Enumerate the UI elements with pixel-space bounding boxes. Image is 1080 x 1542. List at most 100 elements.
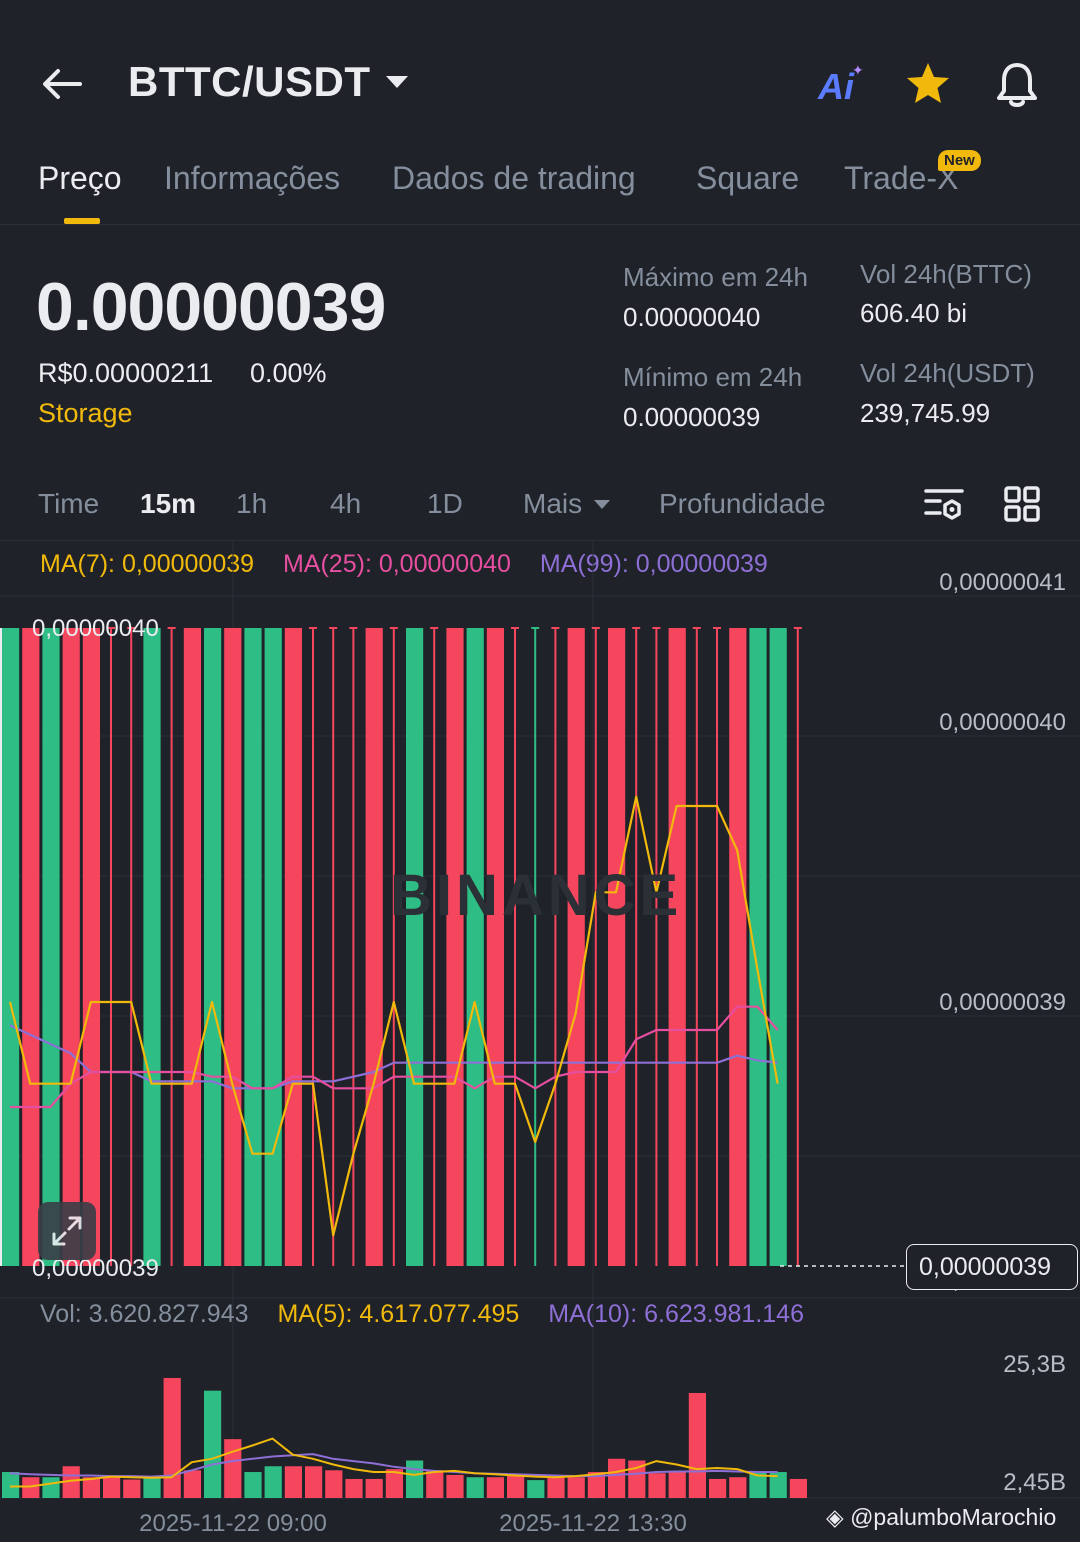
- volume-bar: [204, 1390, 222, 1498]
- expand-icon: [52, 1216, 82, 1246]
- star-icon[interactable]: [904, 60, 952, 108]
- interval-4h[interactable]: 4h: [330, 488, 361, 520]
- candle: [567, 628, 585, 1266]
- interval-bar: Time 15m 1h 4h 1D Mais Profundidade: [0, 470, 1080, 541]
- interval-more[interactable]: Mais: [523, 488, 582, 520]
- author-handle: @palumboMarochio: [850, 1504, 1057, 1530]
- expand-button[interactable]: [38, 1202, 96, 1260]
- candle: [406, 628, 424, 1266]
- interval-1h[interactable]: 1h: [236, 488, 267, 520]
- vol-legend: Vol: 3.620.827.943: [40, 1300, 249, 1328]
- interval-depth[interactable]: Profundidade: [659, 488, 826, 520]
- fiat-price: R$0.00000211: [38, 358, 214, 388]
- volume-bar: [729, 1477, 747, 1498]
- volume-bar: [22, 1477, 40, 1498]
- volume-bar: [325, 1470, 343, 1498]
- active-tab-indicator: [64, 218, 100, 224]
- volume-bar: [365, 1478, 383, 1498]
- volume-bar: [688, 1392, 706, 1498]
- grid-layout-icon[interactable]: [1004, 486, 1040, 522]
- candle: [204, 628, 222, 1266]
- volume-bar: [143, 1477, 161, 1498]
- volume-bar: [42, 1477, 60, 1498]
- candle: [224, 628, 242, 1266]
- volume-bar: [567, 1477, 585, 1498]
- candle: [264, 628, 282, 1266]
- volume-bar: [264, 1466, 282, 1498]
- interval-1d[interactable]: 1D: [427, 488, 463, 520]
- x-axis-label: 2025-11-22 09:00: [139, 1510, 327, 1537]
- candle: [769, 628, 787, 1266]
- range-high-label: 0,00000040: [32, 615, 159, 642]
- candle: [244, 628, 262, 1266]
- volume-bar: [486, 1477, 504, 1498]
- candle: [2, 628, 20, 1266]
- vol-ma10-legend: MA(10): 6.623.981.146: [548, 1300, 804, 1328]
- candle: [446, 628, 464, 1266]
- vol-quote-value: 239,745.99: [860, 398, 991, 428]
- candle: [608, 628, 626, 1266]
- volume-bar: [608, 1458, 626, 1498]
- candle: [729, 628, 747, 1266]
- candlestick-chart[interactable]: 0,00000040 0,00000039 0,00000041 0,00000040…: [0, 540, 1080, 1540]
- volume-bar: [284, 1466, 302, 1498]
- candle: [668, 628, 686, 1266]
- tab-square[interactable]: Square: [696, 160, 799, 197]
- price-axis-label: 0,00000041: [939, 569, 1066, 596]
- back-arrow-icon[interactable]: [40, 62, 84, 106]
- category-tag[interactable]: Storage: [38, 398, 133, 429]
- pair-title[interactable]: BTTC/USDT: [128, 58, 370, 106]
- candle: [82, 628, 100, 1266]
- current-price-tag: 0,00000039: [906, 1244, 1078, 1290]
- price-change: 0.00%: [250, 358, 327, 388]
- vol-quote-label: Vol 24h(USDT): [860, 358, 1035, 388]
- interval-15m[interactable]: 15m: [140, 488, 196, 520]
- volume-bar: [345, 1478, 363, 1498]
- volume-bar: [789, 1478, 807, 1498]
- volume-bar: [406, 1460, 424, 1498]
- volume-bar: [709, 1478, 727, 1498]
- vol-base-value: 606.40 bi: [860, 298, 967, 328]
- candle: [466, 628, 484, 1266]
- tab-bar: Preço Informações Dados de trading Squar…: [0, 150, 1080, 225]
- volume-bar: [446, 1474, 464, 1498]
- top-bar: BTTC/USDT Ai ✦: [0, 0, 1080, 150]
- bell-icon[interactable]: [993, 60, 1041, 110]
- binance-square-icon: ◈: [826, 1504, 851, 1530]
- volume-bar: [305, 1466, 323, 1498]
- watermark: BINANCE: [390, 863, 683, 928]
- high-24h-value: 0.00000040: [623, 302, 761, 332]
- candle: [62, 628, 80, 1266]
- volume-bar: [527, 1480, 545, 1498]
- volume-bar: [507, 1474, 525, 1498]
- volume-bar: [244, 1472, 262, 1498]
- candle: [42, 628, 60, 1266]
- current-price-label: 0,00000039: [919, 1253, 1052, 1281]
- tab-informacoes[interactable]: Informações: [164, 160, 340, 197]
- candle: [749, 628, 767, 1266]
- interval-time[interactable]: Time: [38, 488, 99, 520]
- price-axis-label: 0,00000040: [939, 709, 1066, 736]
- volume-bar: [183, 1470, 201, 1498]
- ai-icon[interactable]: Ai: [818, 66, 854, 108]
- candle: [143, 628, 161, 1266]
- volume-bar: [648, 1473, 666, 1498]
- volume-axis-label: 25,3B: [1003, 1351, 1066, 1378]
- candle: [22, 628, 40, 1266]
- vol-ma5-legend: MA(5): 4.617.077.495: [277, 1300, 520, 1328]
- tab-preco[interactable]: Preço: [38, 160, 122, 197]
- low-24h-label: Mínimo em 24h: [623, 362, 803, 392]
- candle: [284, 628, 302, 1266]
- chart-settings-icon[interactable]: [924, 487, 964, 523]
- candle: [365, 628, 383, 1266]
- volume-bar: [426, 1470, 444, 1498]
- price-axis-label: 0,00000039: [939, 989, 1066, 1016]
- chevron-down-icon[interactable]: [594, 500, 610, 509]
- tab-dados-de-trading[interactable]: Dados de trading: [392, 160, 636, 197]
- candle: [183, 628, 201, 1266]
- new-badge: New: [938, 150, 981, 171]
- volume-bar: [103, 1477, 121, 1498]
- chevron-down-icon[interactable]: [386, 76, 408, 88]
- volume-axis-label: 2,45B: [1003, 1469, 1066, 1496]
- author-credit: ◈ @palumboMarochio: [826, 1504, 1056, 1531]
